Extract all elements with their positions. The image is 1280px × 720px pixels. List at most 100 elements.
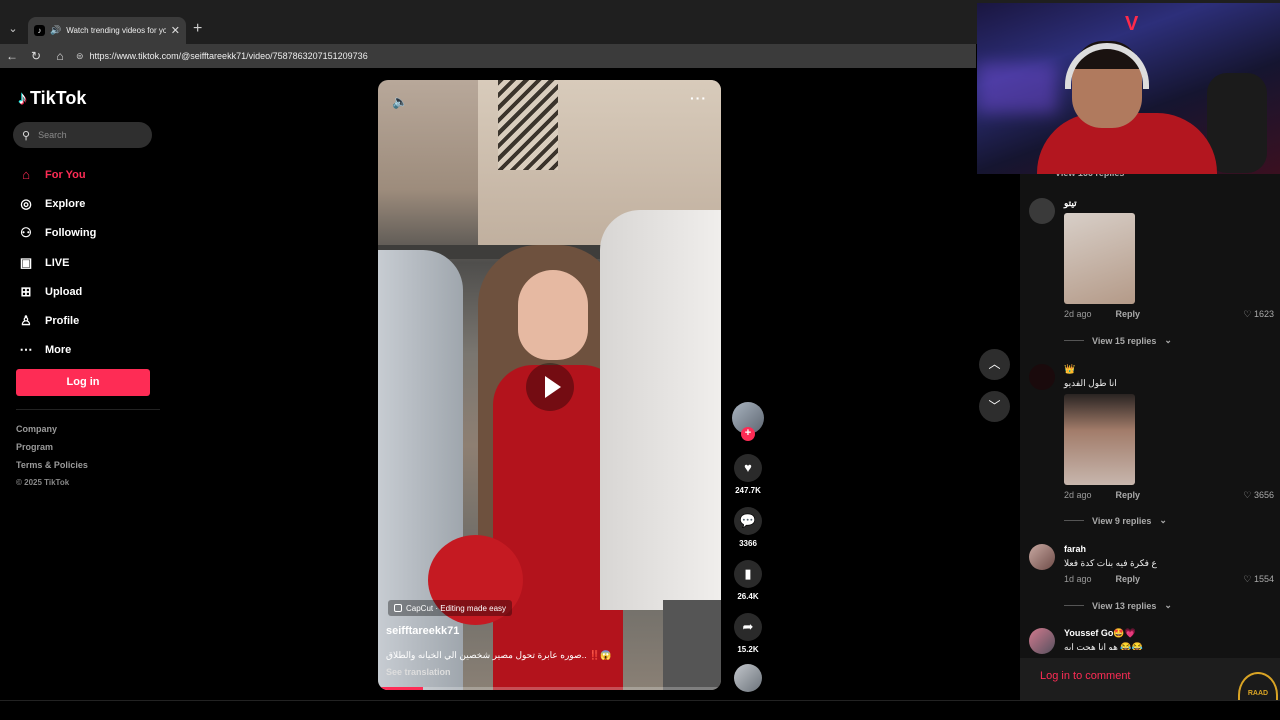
sidebar-item-profile[interactable]: ♙ Profile — [18, 306, 96, 335]
sidebar-item-label: Upload — [45, 285, 83, 298]
footer-program-link[interactable]: Program — [16, 442, 88, 460]
user-plus-icon: ⚇ — [20, 225, 32, 241]
logo-text: TikTok — [30, 88, 87, 108]
sidebar-item-more[interactable]: ⋯ More — [18, 336, 96, 365]
video-frame-left-person — [378, 250, 463, 690]
comment-image[interactable] — [1064, 394, 1135, 485]
view-replies-button[interactable]: View 15 replies ⌄ — [1064, 335, 1172, 346]
share-count: 15.2K — [737, 645, 759, 654]
person-icon: ♙ — [20, 313, 32, 329]
search-input[interactable]: ⚲ Search — [13, 122, 152, 148]
video-caption: صوره عابرة تحول مصير شخصين الي الخيانه و… — [386, 650, 612, 660]
comment-text: ع فكرة فيه بنات كدة فعلا — [1064, 558, 1157, 568]
new-tab-icon[interactable]: + — [193, 20, 202, 38]
comment-author[interactable]: 👑 — [1064, 364, 1075, 375]
site-info-icon[interactable]: ⊜ — [76, 51, 84, 62]
sidebar-item-label: Explore — [45, 197, 86, 210]
creator-avatar[interactable]: + — [732, 402, 764, 441]
sidebar-item-live[interactable]: ▣ LIVE — [18, 248, 96, 277]
live-icon: ▣ — [19, 254, 33, 270]
comment-author[interactable]: Youssef Go🤩💗 — [1064, 628, 1136, 639]
browser-tab[interactable]: ♪ 🔊 Watch trending videos for yo ✕ — [28, 17, 186, 44]
like-heart-icon[interactable]: ♥ — [734, 454, 762, 482]
save-count: 26.4K — [737, 592, 759, 601]
sidebar-item-label: Following — [45, 227, 97, 240]
footer-company-link[interactable]: Company — [16, 424, 88, 442]
comment-like-count: 1623 — [1253, 309, 1274, 319]
comment-avatar[interactable] — [1029, 364, 1055, 390]
video-progress-bar[interactable] — [378, 687, 721, 690]
comment-like[interactable]: ♡ 3656 — [1243, 490, 1274, 501]
close-tab-icon[interactable]: ✕ — [171, 24, 180, 37]
home-browser-icon[interactable]: ⌂ — [48, 49, 72, 63]
tiktok-logo[interactable]: ♪ TikTok — [18, 88, 86, 109]
back-icon[interactable]: ← — [0, 49, 24, 63]
music-disc-avatar[interactable] — [734, 664, 762, 692]
like-count: 247.7K — [735, 486, 761, 495]
follow-plus-icon[interactable]: + — [741, 427, 755, 441]
sidebar-item-upload[interactable]: ⊞ Upload — [18, 277, 96, 306]
chevron-up-icon[interactable]: ︿ — [979, 349, 1010, 380]
comment-like[interactable]: ♡ 1623 — [1243, 309, 1274, 320]
sidebar-menu: ⌂ For You ◎ Explore ⚇ Following ▣ LIVE ⊞… — [18, 160, 97, 365]
reply-button[interactable]: Reply — [1116, 490, 1141, 500]
video-more-icon[interactable]: ··· — [690, 90, 707, 106]
sidebar-item-label: LIVE — [45, 256, 70, 269]
share-arrow-icon[interactable]: ➦ — [734, 613, 762, 641]
see-translation-link[interactable]: See translation — [386, 667, 451, 677]
comment-author[interactable]: تيتو — [1064, 198, 1077, 209]
video-nav-arrows: ︿ ﹀ — [979, 349, 1010, 433]
comment-meta: 1d ago Reply — [1064, 574, 1140, 584]
speaker-icon[interactable]: 🔊 — [50, 25, 61, 36]
chevron-down-icon: ⌄ — [1164, 600, 1172, 610]
video-player[interactable]: 🔈 ··· CapCut · Editing made easy seiffta… — [378, 80, 721, 690]
chevron-down-icon: ⌄ — [1159, 515, 1167, 525]
chevron-down-icon: ⌄ — [1164, 335, 1172, 345]
video-author[interactable]: seifftareekk71 — [386, 625, 459, 637]
footer-copyright: © 2025 TikTok — [16, 478, 70, 487]
cam-chair — [1207, 73, 1267, 173]
view-replies-button[interactable]: View 13 replies ⌄ — [1064, 600, 1172, 611]
comment-like[interactable]: ♡ 1554 — [1243, 574, 1274, 585]
video-frame-right-person — [600, 210, 721, 610]
reload-icon[interactable]: ↻ — [24, 49, 48, 63]
comment-text: انا طول الفديو — [1064, 378, 1117, 388]
footer-terms-link[interactable]: Terms & Policies — [16, 460, 88, 478]
sidebar-item-explore[interactable]: ◎ Explore — [18, 189, 96, 218]
divider-line — [1064, 605, 1084, 606]
divider-line — [1064, 340, 1084, 341]
comment-avatar[interactable] — [1029, 198, 1055, 224]
comment-avatar[interactable] — [1029, 628, 1055, 654]
url-field[interactable]: ⊜ https://www.tiktok.com/@seifftareekk71… — [76, 51, 368, 62]
comment-avatar[interactable] — [1029, 544, 1055, 570]
view-replies-label: View 15 replies — [1092, 335, 1157, 346]
compass-icon: ◎ — [20, 195, 32, 211]
view-replies-button[interactable]: View 9 replies ⌄ — [1064, 515, 1167, 526]
video-progress-fill — [378, 687, 423, 690]
comment-text: هو انا هحت ابه 😂😂 — [1064, 642, 1143, 650]
sidebar-item-label: Profile — [45, 315, 80, 328]
sidebar-divider — [16, 409, 160, 410]
address-bar: ← ↻ ⌂ ⊜ https://www.tiktok.com/@seifftar… — [0, 44, 976, 68]
comment-time: 2d ago — [1064, 309, 1092, 319]
sidebar-item-for-you[interactable]: ⌂ For You — [18, 160, 96, 189]
chevron-down-icon[interactable]: ﹀ — [979, 391, 1010, 422]
sidebar-item-following[interactable]: ⚇ Following — [18, 219, 96, 248]
reply-button[interactable]: Reply — [1116, 309, 1141, 319]
comment-image[interactable] — [1064, 213, 1135, 304]
sidebar-item-label: For You — [45, 168, 86, 181]
reply-button[interactable]: Reply — [1116, 574, 1141, 584]
play-button[interactable] — [526, 363, 574, 411]
login-button[interactable]: Log in — [16, 369, 150, 396]
capcut-badge[interactable]: CapCut · Editing made easy — [388, 600, 513, 616]
view-replies-label: View 9 replies — [1092, 515, 1152, 526]
bottom-scrollbar[interactable] — [0, 700, 1280, 720]
sidebar-item-label: More — [45, 344, 72, 357]
volume-icon[interactable]: 🔈 — [392, 94, 408, 110]
plus-square-icon: ⊞ — [20, 283, 32, 299]
comment-bubble-icon[interactable]: 💬 — [734, 507, 762, 535]
tab-list-dropdown-icon[interactable]: ⌄ — [4, 20, 22, 38]
search-icon: ⚲ — [22, 129, 31, 142]
bookmark-icon[interactable]: ▮ — [734, 560, 762, 588]
comment-author[interactable]: farah — [1064, 544, 1086, 554]
